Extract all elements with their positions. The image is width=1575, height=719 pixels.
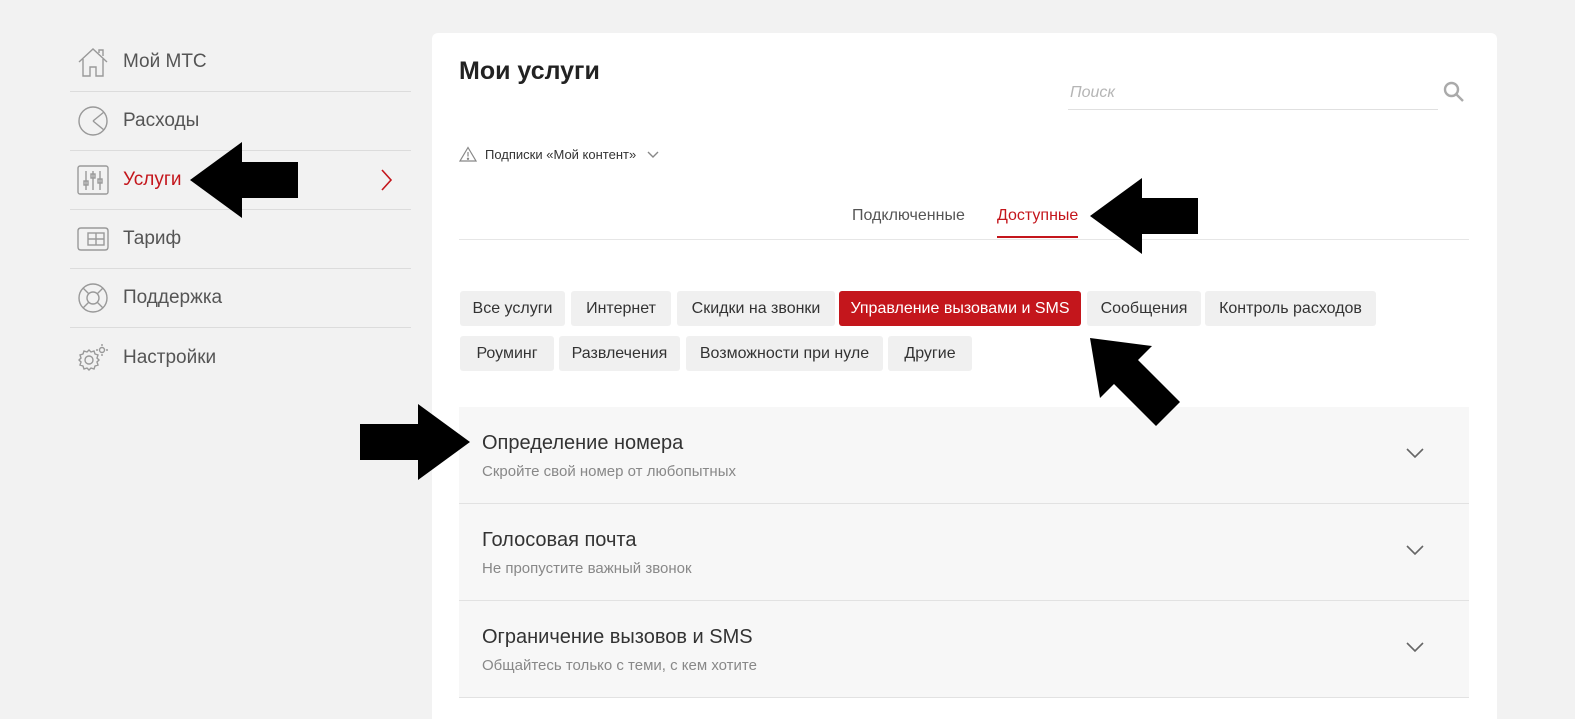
chip-other[interactable]: Другие bbox=[888, 336, 972, 371]
service-item-call-sms-restriction[interactable]: Ограничение вызовов и SMS Общайтесь толь… bbox=[459, 601, 1469, 698]
annotation-arrow-up-left bbox=[1090, 338, 1180, 426]
annotation-arrow-left bbox=[190, 142, 298, 218]
sidebar-item-label: Тариф bbox=[123, 228, 182, 249]
sidebar-item-label: Услуги bbox=[123, 169, 182, 190]
chip-expense-control[interactable]: Контроль расходов bbox=[1205, 291, 1376, 326]
sidebar-item-label: Поддержка bbox=[123, 287, 223, 308]
tab-connected[interactable]: Подключенные bbox=[852, 207, 965, 236]
chip-all-services[interactable]: Все услуги bbox=[460, 291, 565, 326]
service-title: Определение номера bbox=[482, 432, 684, 454]
sidebar-item-tariff[interactable]: Тариф bbox=[70, 210, 411, 269]
lifebuoy-icon bbox=[76, 281, 110, 315]
sidebar-item-settings[interactable]: Настройки bbox=[70, 328, 411, 387]
service-item-caller-id[interactable]: Определение номера Скройте свой номер от… bbox=[459, 407, 1469, 504]
sidebar-item-label: Расходы bbox=[123, 110, 200, 131]
tab-available[interactable]: Доступные bbox=[997, 207, 1079, 238]
page-title: Мои услуги bbox=[459, 57, 600, 85]
search-input[interactable] bbox=[1068, 77, 1438, 109]
main-card: Мои услуги Подписки «Мой контент» Подклю… bbox=[432, 33, 1497, 719]
annotation-arrow-left bbox=[1090, 178, 1198, 254]
subscriptions-label: Подписки «Мой контент» bbox=[485, 146, 637, 162]
chip-call-discounts[interactable]: Скидки на звонки bbox=[677, 291, 835, 326]
chip-zero-balance[interactable]: Возможности при нуле bbox=[686, 336, 883, 371]
sidebar-item-label: Мой МТС bbox=[123, 51, 207, 72]
chevron-down-icon bbox=[647, 151, 659, 158]
chevron-down-icon[interactable] bbox=[1405, 641, 1425, 653]
subscriptions-toggle[interactable]: Подписки «Мой контент» bbox=[459, 146, 660, 162]
chip-internet[interactable]: Интернет bbox=[571, 291, 671, 326]
chevron-right-icon bbox=[381, 169, 393, 191]
sidebar-item-label: Настройки bbox=[123, 346, 217, 368]
chip-entertainment[interactable]: Развлечения bbox=[559, 336, 680, 371]
chevron-down-icon[interactable] bbox=[1405, 544, 1425, 556]
tariff-card-icon bbox=[76, 222, 110, 256]
gear-icon bbox=[76, 341, 110, 375]
service-title: Голосовая почта bbox=[482, 529, 637, 551]
home-icon bbox=[76, 45, 110, 79]
chip-call-sms-management[interactable]: Управление вызовами и SMS bbox=[839, 291, 1081, 326]
chip-messages[interactable]: Сообщения bbox=[1087, 291, 1201, 326]
chevron-down-icon[interactable] bbox=[1405, 447, 1425, 459]
annotation-arrow-right bbox=[360, 404, 470, 480]
service-item-voicemail[interactable]: Голосовая почта Не пропустите важный зво… bbox=[459, 504, 1469, 601]
services-tabs: Подключенные Доступные bbox=[459, 198, 1469, 240]
search-field bbox=[1068, 77, 1438, 110]
sliders-icon bbox=[76, 163, 110, 197]
service-title: Ограничение вызовов и SMS bbox=[482, 626, 753, 648]
service-subtitle: Общайтесь только с теми, с кем хотите bbox=[482, 657, 757, 674]
service-subtitle: Скройте свой номер от любопытных bbox=[482, 463, 736, 480]
sidebar-item-my-mts[interactable]: Мой МТС bbox=[70, 33, 411, 92]
service-subtitle: Не пропустите важный звонок bbox=[482, 560, 692, 577]
search-icon[interactable] bbox=[1442, 80, 1466, 104]
chip-roaming[interactable]: Роуминг bbox=[460, 336, 554, 371]
sidebar-item-support[interactable]: Поддержка bbox=[70, 269, 411, 328]
services-list: Определение номера Скройте свой номер от… bbox=[459, 407, 1469, 698]
pie-chart-icon bbox=[76, 104, 110, 138]
warning-icon bbox=[459, 146, 477, 162]
